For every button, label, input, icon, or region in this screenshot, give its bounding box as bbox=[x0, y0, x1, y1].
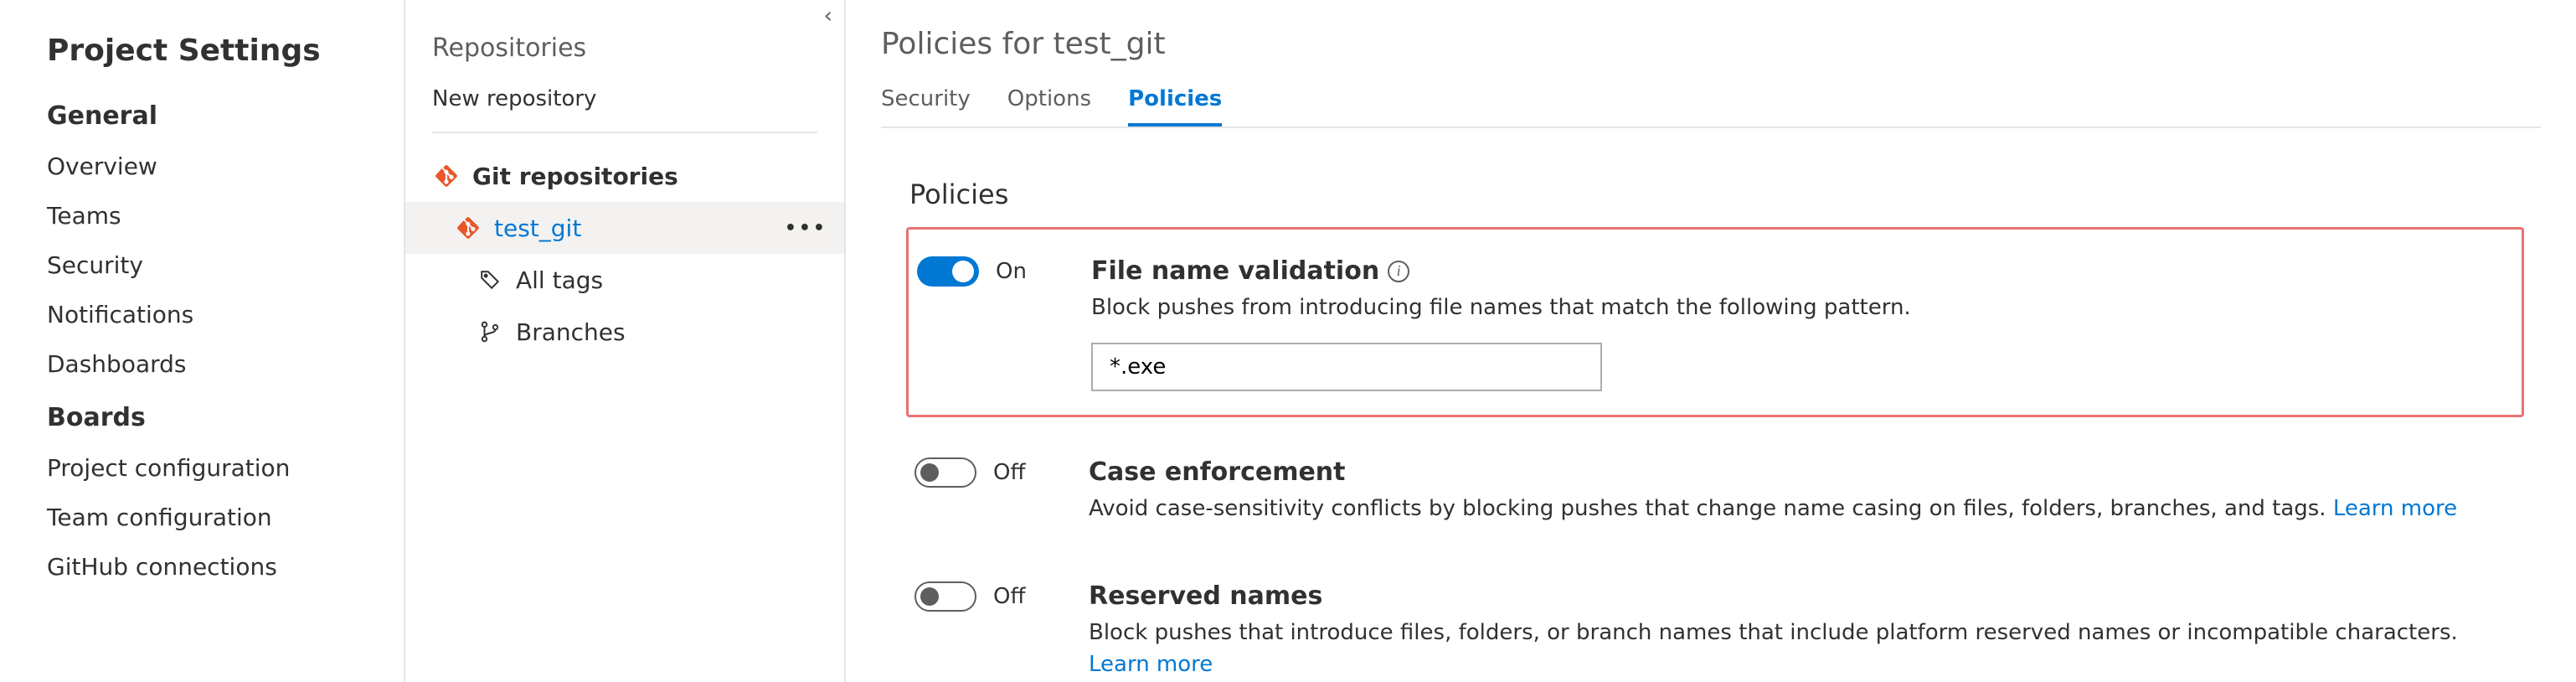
policy-title: Reserved names bbox=[1089, 581, 1322, 611]
policies-heading: Policies bbox=[906, 178, 2524, 210]
git-repo-icon bbox=[432, 164, 461, 188]
repositories-panel: ‹ Repositories New repository Git reposi… bbox=[405, 0, 846, 682]
tree-branches-label: Branches bbox=[516, 318, 626, 346]
new-repository-link[interactable]: New repository bbox=[405, 86, 844, 132]
toggle-reserved-names-wrap: Off bbox=[914, 581, 1089, 612]
git-repo-icon bbox=[454, 216, 482, 240]
collapse-panel-icon[interactable]: ‹ bbox=[824, 5, 832, 27]
learn-more-link[interactable]: Learn more bbox=[1089, 652, 1213, 677]
branch-icon bbox=[476, 321, 504, 343]
tree-repo-label: test_git bbox=[494, 214, 581, 242]
nav-overview[interactable]: Overview bbox=[47, 152, 357, 180]
tag-icon bbox=[476, 269, 504, 291]
toggle-label: On bbox=[996, 259, 1027, 284]
toggle-label: Off bbox=[993, 460, 1025, 485]
tree-all-tags-label: All tags bbox=[516, 266, 603, 294]
toggle-file-name-validation-wrap: On bbox=[917, 256, 1091, 287]
toggle-case-enforcement[interactable] bbox=[914, 457, 976, 488]
tree-root-label: Git repositories bbox=[472, 163, 678, 190]
policy-file-name-validation: On File name validation i Block pushes f… bbox=[906, 227, 2524, 417]
section-heading-boards: Boards bbox=[47, 403, 357, 432]
tab-options[interactable]: Options bbox=[1007, 86, 1091, 127]
toggle-file-name-validation[interactable] bbox=[917, 256, 979, 287]
nav-project-configuration[interactable]: Project configuration bbox=[47, 454, 357, 482]
nav-notifications[interactable]: Notifications bbox=[47, 301, 357, 328]
info-icon[interactable]: i bbox=[1388, 261, 1409, 282]
toggle-label: Off bbox=[993, 584, 1025, 609]
policy-desc-text: Block pushes that introduce files, folde… bbox=[1089, 620, 2458, 645]
tree-root-git-repositories[interactable]: Git repositories bbox=[405, 150, 844, 202]
tab-policies[interactable]: Policies bbox=[1128, 86, 1222, 127]
tab-security[interactable]: Security bbox=[881, 86, 971, 127]
policy-description: Block pushes that introduce files, folde… bbox=[1089, 617, 2516, 680]
section-general: General Overview Teams Security Notifica… bbox=[47, 101, 357, 378]
nav-github-connections[interactable]: GitHub connections bbox=[47, 553, 357, 581]
repositories-title: Repositories bbox=[405, 34, 844, 86]
nav-security[interactable]: Security bbox=[47, 251, 357, 279]
tree-branches[interactable]: Branches bbox=[405, 306, 844, 358]
nav-team-configuration[interactable]: Team configuration bbox=[47, 504, 357, 531]
policy-reserved-names: Off Reserved names Block pushes that int… bbox=[906, 558, 2524, 682]
tree-all-tags[interactable]: All tags bbox=[405, 254, 844, 306]
tree-repo-more-icon[interactable]: ••• bbox=[785, 218, 827, 239]
toggle-reserved-names[interactable] bbox=[914, 581, 976, 612]
tree-repo-test-git[interactable]: test_git ••• bbox=[405, 202, 844, 254]
section-heading-general: General bbox=[47, 101, 357, 131]
tab-bar: Security Options Policies bbox=[881, 86, 2541, 128]
policy-description: Avoid case-sensitivity conflicts by bloc… bbox=[1089, 493, 2516, 525]
nav-dashboards[interactable]: Dashboards bbox=[47, 350, 357, 378]
repositories-tree: Git repositories test_git ••• All tags B… bbox=[405, 140, 844, 358]
project-settings-title: Project Settings bbox=[47, 34, 357, 68]
main-content: Policies for test_git Security Options P… bbox=[846, 0, 2576, 682]
policy-title: Case enforcement bbox=[1089, 457, 1346, 487]
file-name-pattern-input[interactable] bbox=[1091, 343, 1602, 391]
policy-desc-text: Avoid case-sensitivity conflicts by bloc… bbox=[1089, 496, 2333, 521]
divider bbox=[432, 132, 817, 133]
project-settings-sidebar: Project Settings General Overview Teams … bbox=[0, 0, 405, 682]
learn-more-link[interactable]: Learn more bbox=[2333, 496, 2457, 521]
toggle-case-enforcement-wrap: Off bbox=[914, 457, 1089, 488]
policy-title: File name validation bbox=[1091, 256, 1379, 286]
page-title: Policies for test_git bbox=[881, 27, 2541, 61]
section-boards: Boards Project configuration Team config… bbox=[47, 403, 357, 581]
policy-description: Block pushes from introducing file names… bbox=[1091, 292, 2513, 324]
policy-case-enforcement: Off Case enforcement Avoid case-sensitiv… bbox=[906, 434, 2524, 550]
nav-teams[interactable]: Teams bbox=[47, 202, 357, 230]
policies-card: Policies On File name validation i Block… bbox=[881, 153, 2541, 682]
